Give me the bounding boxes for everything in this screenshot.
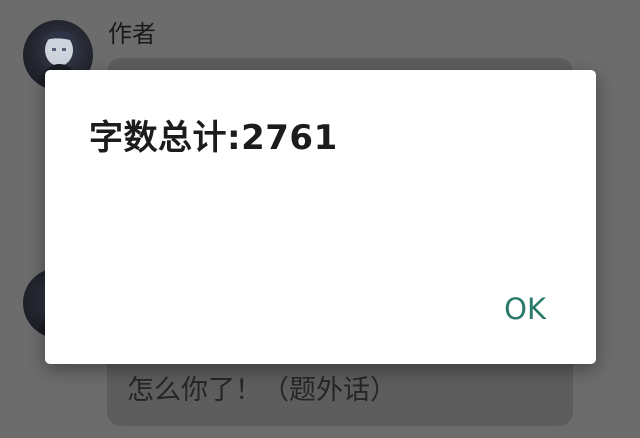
dialog-title: 字数总计:2761 <box>89 118 338 158</box>
ok-button[interactable]: OK <box>496 288 554 330</box>
message-text: 怎么你了！（题外话） <box>127 375 397 406</box>
author-name-label: 作者 <box>108 20 156 48</box>
word-count-dialog: 字数总计:2761 OK <box>45 70 596 364</box>
